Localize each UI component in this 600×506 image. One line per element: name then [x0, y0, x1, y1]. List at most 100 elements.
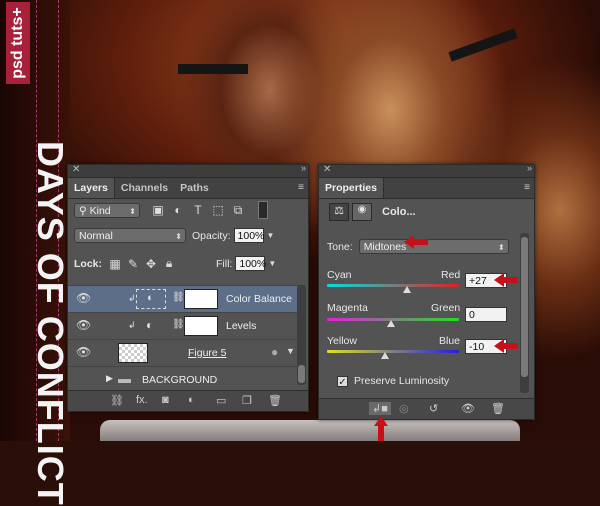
blend-mode-value: Normal [79, 230, 113, 242]
opacity-chevron-icon[interactable]: ▼ [267, 231, 275, 240]
fill-chevron-icon[interactable]: ▼ [268, 259, 276, 268]
magenta-green-slider-handle[interactable] [387, 320, 395, 327]
link-chain-icon: ⛓ [172, 292, 185, 303]
fx-button[interactable]: fx. [136, 394, 148, 406]
collapse-icon[interactable]: » [301, 163, 306, 173]
mask-icon[interactable]: ◉ [352, 203, 372, 221]
properties-header: ⚖ ◉ Colo... [329, 203, 416, 221]
lock-brush-icon[interactable]: ✎ [124, 257, 142, 271]
layers-footer: ⛓ fx. ◙ ◐ ▭ ❐ 🗑︎ [68, 390, 308, 411]
clip-arrow-icon: ↲ [128, 293, 136, 303]
blend-mode-dropdown[interactable]: Normal ⬍ [74, 228, 186, 243]
tone-label: Tone: [327, 240, 353, 253]
link-chain-icon: ⛓ [172, 319, 185, 330]
image-filter-icon[interactable]: ▣ [148, 203, 168, 217]
yellow-label: Yellow [327, 335, 357, 347]
tone-dropdown[interactable]: Midtones ⬍ [358, 239, 509, 254]
tab-channels[interactable]: Channels [115, 178, 174, 198]
annotation-arrow-tone [404, 235, 428, 249]
fill-input[interactable]: 100% [235, 256, 266, 271]
properties-title: Colo... [382, 206, 416, 218]
mask-thumb [184, 316, 218, 336]
smart-filter-icon[interactable]: ● [271, 345, 278, 359]
scrollbar-thumb[interactable] [521, 237, 528, 377]
scrollbar-thumb[interactable] [298, 365, 305, 383]
panel-menu-icon[interactable]: ≡ [298, 182, 304, 193]
view-previous-icon[interactable]: ◎ [399, 402, 409, 415]
new-layer-icon[interactable]: ❐ [242, 394, 252, 407]
type-filter-icon[interactable]: T [188, 203, 208, 217]
preserve-row: ✓ Preserve Luminosity [337, 375, 450, 388]
visibility-eye-icon[interactable]: 👁︎ [461, 402, 475, 415]
folder-icon: ▬ [118, 371, 131, 386]
chevron-updown-icon: ⬍ [497, 243, 505, 252]
layer-row-color-balance[interactable]: 👁︎ ↲ ◐ ⛓ Color Balance [68, 286, 306, 313]
magenta-label: Magenta [327, 302, 368, 314]
reset-icon[interactable]: ↺ [429, 402, 438, 415]
properties-scrollbar[interactable] [520, 233, 529, 393]
lock-label: Lock: [74, 257, 103, 270]
trash-icon[interactable]: 🗑︎ [268, 394, 282, 407]
layer-row-background-group[interactable]: ▶ ▬ BACKGROUND [68, 367, 306, 389]
annotation-arrow-cyan-red [494, 273, 518, 287]
annotation-arrow-yellow-blue [494, 339, 518, 353]
visibility-eye-icon[interactable]: 👁︎ [76, 318, 91, 332]
properties-footer: ↲■ ◎ ↺ 👁︎ 🗑︎ [319, 398, 534, 419]
tab-layers[interactable]: Layers [68, 178, 115, 198]
lock-all-icon[interactable]: 🔒︎ [160, 256, 178, 271]
yellow-blue-slider-handle[interactable] [381, 352, 389, 359]
magenta-green-value-input[interactable]: 0 [465, 307, 507, 322]
annotation-arrow-clip [374, 416, 388, 441]
cyan-red-slider[interactable] [327, 284, 459, 287]
layers-tabs: Layers Channels Paths ≡ [68, 178, 308, 199]
scale-icon: ⚖ [329, 203, 349, 221]
tab-properties[interactable]: Properties [319, 178, 384, 198]
yellow-blue-slider[interactable] [327, 350, 459, 353]
new-group-icon[interactable]: ▭ [216, 394, 226, 407]
close-icon[interactable]: ✕ [72, 164, 80, 175]
preserve-luminosity-checkbox[interactable]: ✓ [337, 375, 348, 388]
link-layers-icon[interactable]: ⛓ [110, 394, 124, 407]
lock-move-icon[interactable]: ✥ [142, 257, 160, 271]
levels-icon: ◐ [146, 318, 154, 332]
filter-toggle-switch[interactable] [258, 201, 268, 219]
layers-panel: ✕ » Layers Channels Paths ≡ ⚲ Kind ⬍ ▣ ◐… [67, 163, 309, 412]
layer-name: BACKGROUND [142, 374, 218, 386]
opacity-input[interactable]: 100% [233, 228, 264, 243]
tab-paths[interactable]: Paths [174, 178, 215, 198]
panel-menu-icon[interactable]: ≡ [524, 182, 530, 193]
adjustment-filter-icon[interactable]: ◐ [168, 203, 188, 217]
trash-icon[interactable]: 🗑︎ [491, 402, 505, 415]
lock-transparent-icon[interactable]: ▦ [106, 257, 124, 271]
filter-kind-dropdown[interactable]: ⚲ Kind ⬍ [74, 202, 140, 218]
tone-value: Midtones [363, 241, 407, 253]
cyan-red-slider-handle[interactable] [403, 286, 411, 293]
smart-object-filter-icon[interactable]: ⧉ [228, 203, 248, 218]
opacity-label: Opacity: [192, 229, 231, 242]
add-mask-icon[interactable]: ◙ [162, 394, 169, 406]
poster-title: DAYS OF CONFLICT [30, 141, 71, 506]
visibility-eye-icon[interactable]: 👁︎ [76, 345, 91, 359]
layer-row-figure-5[interactable]: 👁︎ Figure 5 ● ▼ [68, 340, 306, 367]
clip-to-layer-icon[interactable]: ↲■ [369, 402, 391, 415]
collapse-icon[interactable]: » [527, 163, 532, 173]
properties-tabs: Properties ≡ [319, 178, 534, 199]
mask-thumb [184, 289, 218, 309]
filter-row: ⚲ Kind ⬍ ▣ ◐ T ⬚ ⧉ [74, 201, 268, 219]
layers-scrollbar[interactable] [297, 285, 306, 385]
visibility-eye-icon[interactable]: 👁︎ [76, 291, 91, 305]
adjustment-thumb: ◐ [136, 289, 166, 309]
properties-panel-topbar: ✕ » [319, 163, 534, 178]
balance-icon: ◐ [147, 292, 154, 304]
blue-label: Blue [439, 335, 461, 347]
disclosure-triangle-icon[interactable]: ▶ [106, 373, 113, 384]
clip-arrow-icon: ↲ [128, 320, 136, 330]
preserve-luminosity-label: Preserve Luminosity [354, 375, 450, 387]
layers-panel-topbar: ✕ » [68, 163, 308, 178]
close-icon[interactable]: ✕ [323, 164, 331, 175]
layer-row-levels[interactable]: 👁︎ ↲ ◐ ⛓ Levels [68, 313, 306, 340]
new-adjustment-icon[interactable]: ◐ [188, 394, 195, 406]
layer-name: Levels [226, 320, 257, 332]
expand-arrow-icon[interactable]: ▼ [286, 346, 295, 356]
shape-filter-icon[interactable]: ⬚ [208, 203, 228, 217]
